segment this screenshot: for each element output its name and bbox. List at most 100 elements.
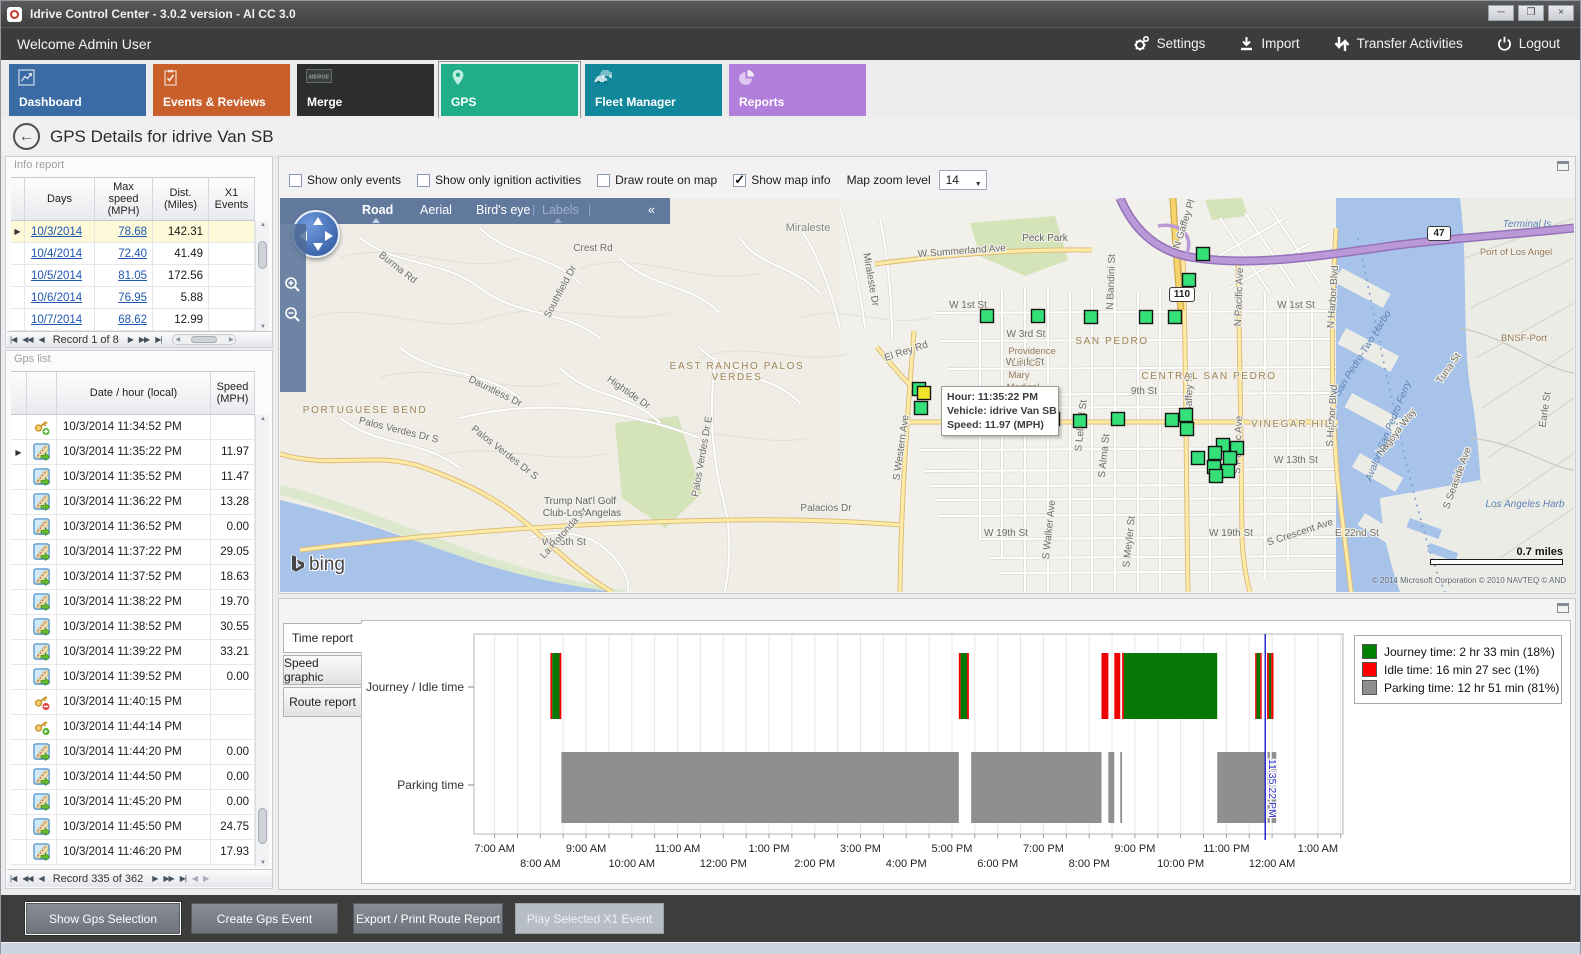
- column-header[interactable]: [11, 178, 25, 220]
- close-button[interactable]: ×: [1548, 5, 1574, 21]
- gps-marker[interactable]: [915, 402, 928, 415]
- gps-marker[interactable]: [1140, 311, 1153, 324]
- column-header[interactable]: [11, 372, 27, 414]
- tile-reports[interactable]: Reports: [729, 64, 866, 116]
- gps-list-row[interactable]: 10/3/2014 11:46:20 PM17.93: [11, 840, 255, 865]
- info-report-row[interactable]: 10/5/201481.05172.56: [11, 265, 255, 287]
- zoom-out-icon[interactable]: [284, 306, 301, 323]
- gps-list-row[interactable]: 10/3/2014 11:44:14 PM: [11, 715, 255, 740]
- column-header[interactable]: Speed (MPH): [211, 372, 255, 414]
- column-header[interactable]: Dist. (Miles): [153, 178, 209, 220]
- map-style-road[interactable]: Road: [362, 203, 393, 217]
- gps-list-row[interactable]: 10/3/2014 11:45:20 PM0.00: [11, 790, 255, 815]
- column-header[interactable]: Date / hour (local): [57, 372, 211, 414]
- gps-list-row[interactable]: ▶10/3/2014 11:35:22 PM11.97: [11, 440, 255, 465]
- gps-marker[interactable]: [1210, 470, 1223, 483]
- info-report-row[interactable]: 10/7/201468.6212.99: [11, 309, 255, 331]
- tab-route-report[interactable]: Route report: [283, 687, 362, 717]
- gps-list-row[interactable]: 10/3/2014 11:38:22 PM19.70: [11, 590, 255, 615]
- tile-dashboard[interactable]: Dashboard: [9, 64, 146, 116]
- gps-list-row[interactable]: 10/3/2014 11:44:50 PM0.00: [11, 765, 255, 790]
- info-report-row[interactable]: ▶10/3/201478.68142.31: [11, 221, 255, 243]
- zoom-in-icon[interactable]: [284, 276, 301, 293]
- gps-marker[interactable]: [1197, 248, 1210, 261]
- checkbox-show-only-ignition[interactable]: [417, 174, 430, 187]
- gps-list-row[interactable]: 10/3/2014 11:44:20 PM0.00: [11, 740, 255, 765]
- day-link[interactable]: 10/3/2014: [25, 221, 95, 243]
- gps-marker[interactable]: [1166, 414, 1179, 427]
- tab-time-report[interactable]: Time report: [283, 623, 362, 653]
- info-report-row[interactable]: 10/4/201472.4041.49: [11, 243, 255, 265]
- day-link[interactable]: 10/6/2014: [25, 287, 95, 309]
- gps-marker[interactable]: [1183, 274, 1196, 287]
- max-speed-link[interactable]: 76.95: [95, 287, 153, 309]
- gps-marker[interactable]: [1112, 413, 1125, 426]
- gps-list-row[interactable]: 10/3/2014 11:37:52 PM18.63: [11, 565, 255, 590]
- day-link[interactable]: 10/5/2014: [25, 265, 95, 287]
- settings-button[interactable]: Settings: [1133, 35, 1206, 52]
- gps-list-row[interactable]: 10/3/2014 11:40:15 PM: [11, 690, 255, 715]
- gps-marker[interactable]: [1181, 423, 1194, 436]
- map-viewport[interactable]: MiralestePeck ParkW Summerland AveCrest …: [280, 198, 1574, 592]
- info-report-scrollbar[interactable]: ▲▼: [255, 221, 269, 331]
- maximize-button[interactable]: ❐: [1518, 5, 1544, 21]
- checkbox-show-only-events[interactable]: [289, 174, 302, 187]
- map-maximize-icon[interactable]: [1557, 161, 1569, 171]
- gps-list-row[interactable]: 10/3/2014 11:36:22 PM13.28: [11, 490, 255, 515]
- back-button[interactable]: ←: [13, 123, 40, 150]
- gps-marker[interactable]: [1180, 409, 1193, 422]
- map-style-labels[interactable]: Labels: [542, 203, 579, 217]
- gps-marker[interactable]: [1209, 447, 1222, 460]
- checkbox-draw-route[interactable]: [597, 174, 610, 187]
- gps-marker[interactable]: [1192, 452, 1205, 465]
- map-style-birdseye[interactable]: Bird's eye: [476, 203, 531, 217]
- info-report-row[interactable]: 10/6/201476.955.88: [11, 287, 255, 309]
- transfer-activities-button[interactable]: Transfer Activities: [1334, 36, 1463, 52]
- gps-list-row[interactable]: 10/3/2014 11:37:22 PM29.05: [11, 540, 255, 565]
- tab-speed-graphic[interactable]: Speed graphic: [283, 655, 362, 685]
- tile-fleet-manager[interactable]: Fleet Manager: [585, 64, 722, 116]
- gps-list-row[interactable]: 10/3/2014 11:45:50 PM24.75: [11, 815, 255, 840]
- day-link[interactable]: 10/7/2014: [25, 309, 95, 331]
- map-toolbar-collapse[interactable]: «: [648, 203, 655, 217]
- max-speed-link[interactable]: 68.62: [95, 309, 153, 331]
- import-button[interactable]: Import: [1239, 36, 1299, 51]
- show-gps-selection-button[interactable]: Show Gps Selection: [26, 903, 180, 934]
- gps-marker-selected[interactable]: [918, 387, 931, 400]
- gps-list-row[interactable]: 10/3/2014 11:36:52 PM0.00: [11, 515, 255, 540]
- column-header[interactable]: Days: [25, 178, 95, 220]
- gps-marker[interactable]: [1085, 311, 1098, 324]
- gps-marker[interactable]: [1032, 310, 1045, 323]
- column-header[interactable]: [27, 372, 57, 414]
- gps-list-row[interactable]: 10/3/2014 11:39:22 PM33.21: [11, 640, 255, 665]
- tile-events-reviews[interactable]: Events & Reviews: [153, 64, 290, 116]
- gps-marker[interactable]: [1222, 465, 1235, 478]
- max-speed-link[interactable]: 78.68: [95, 221, 153, 243]
- minimize-button[interactable]: ─: [1488, 5, 1514, 21]
- column-header[interactable]: X1 Events: [209, 178, 255, 220]
- gps-list-row[interactable]: 10/3/2014 11:38:52 PM30.55: [11, 615, 255, 640]
- day-link[interactable]: 10/4/2014: [25, 243, 95, 265]
- export-print-route-report-button[interactable]: Export / Print Route Report: [353, 903, 503, 934]
- chart-maximize-icon[interactable]: [1557, 603, 1569, 613]
- max-speed-link[interactable]: 72.40: [95, 243, 153, 265]
- gps-list-scrollbar[interactable]: ▲▼: [255, 415, 269, 867]
- play-selected-x1-event-button[interactable]: Play Selected X1 Event: [515, 903, 664, 934]
- create-gps-event-button[interactable]: Create Gps Event: [191, 903, 338, 934]
- tile-merge[interactable]: MERGE Merge: [297, 64, 434, 116]
- map-zoom-select[interactable]: 14: [939, 170, 987, 190]
- map-style-aerial[interactable]: Aerial: [420, 203, 452, 217]
- gps-marker[interactable]: [981, 310, 994, 323]
- tile-gps[interactable]: GPS: [441, 64, 578, 116]
- checkbox-show-map-info[interactable]: [733, 174, 746, 187]
- column-header[interactable]: Max speed (MPH): [95, 178, 153, 220]
- logout-button[interactable]: Logout: [1497, 36, 1560, 51]
- gps-marker[interactable]: [1074, 415, 1087, 428]
- gps-marker[interactable]: [1224, 452, 1237, 465]
- gps-list-row[interactable]: 10/3/2014 11:39:52 PM0.00: [11, 665, 255, 690]
- gps-list-row[interactable]: 10/3/2014 11:34:52 PM: [11, 415, 255, 440]
- gps-list-row[interactable]: 10/3/2014 11:35:52 PM11.47: [11, 465, 255, 490]
- max-speed-link[interactable]: 81.05: [95, 265, 153, 287]
- gps-list-pager[interactable]: |◀◀◀◀ Record 335 of 362 ▶▶▶▶| ◀▶: [7, 869, 272, 887]
- info-report-pager[interactable]: |◀◀◀◀ Record 1 of 8 ▶▶▶▶| ◀▶: [7, 331, 272, 347]
